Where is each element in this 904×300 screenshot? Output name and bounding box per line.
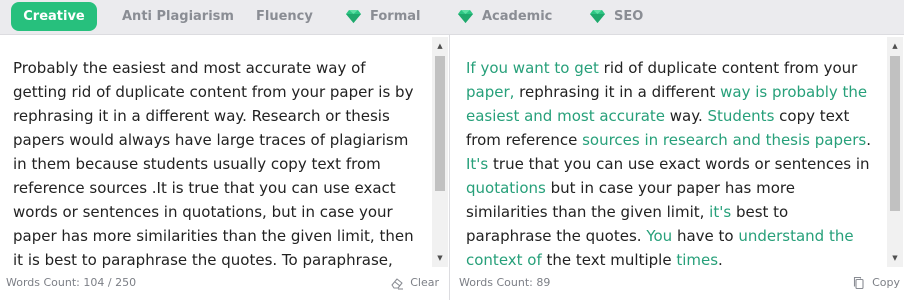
rephrased-segment[interactable]: It's xyxy=(466,155,488,173)
tab-fluency[interactable]: Fluency xyxy=(256,2,313,31)
output-text: If you want to get rid of duplicate cont… xyxy=(466,56,876,269)
rephrased-segment[interactable]: You xyxy=(646,227,672,245)
diamond-icon xyxy=(346,10,361,23)
output-text-area: If you want to get rid of duplicate cont… xyxy=(451,35,887,269)
unchanged-segment: the text multiple xyxy=(541,251,677,269)
mode-tab-bar: Creative Anti Plagiarism Fluency Formal … xyxy=(0,0,904,35)
eraser-icon xyxy=(391,277,404,290)
rephrased-segment[interactable]: paper, xyxy=(466,83,514,101)
output-scrollbar[interactable]: ▲ ▼ xyxy=(887,37,903,267)
rephrased-segment[interactable]: it's xyxy=(709,203,731,221)
rephrased-segment[interactable]: Students xyxy=(708,107,775,125)
unchanged-segment: . xyxy=(866,131,871,149)
tab-creative[interactable]: Creative xyxy=(11,2,97,31)
diamond-icon xyxy=(590,10,605,23)
scroll-down-arrow-icon[interactable]: ▼ xyxy=(887,251,903,265)
tab-anti-plagiarism[interactable]: Anti Plagiarism xyxy=(122,2,234,31)
tab-label: Academic xyxy=(482,9,553,24)
rephrased-segment[interactable]: times xyxy=(676,251,718,269)
scrollbar-thumb[interactable] xyxy=(435,56,445,191)
input-word-count: Words Count: 104 / 250 xyxy=(6,276,137,289)
tab-formal[interactable]: Formal xyxy=(345,2,420,31)
tab-label: Anti Plagiarism xyxy=(122,9,234,24)
tab-label: Creative xyxy=(23,9,85,24)
unchanged-segment: true that you can use exact words or sen… xyxy=(488,155,870,173)
tab-label: SEO xyxy=(614,9,644,24)
scroll-down-arrow-icon[interactable]: ▼ xyxy=(432,251,448,265)
input-text[interactable]: Probably the easiest and most accurate w… xyxy=(13,56,419,269)
output-word-count: Words Count: 89 xyxy=(459,276,551,289)
input-scrollbar[interactable]: ▲ ▼ xyxy=(432,37,448,267)
rephrased-segment[interactable]: sources in research and thesis papers xyxy=(582,131,866,149)
copy-label: Copy xyxy=(872,276,900,289)
unchanged-segment: way. xyxy=(665,107,708,125)
tab-label: Formal xyxy=(370,9,421,24)
scroll-up-arrow-icon[interactable]: ▲ xyxy=(432,39,448,53)
tab-seo[interactable]: SEO xyxy=(589,2,643,31)
diamond-icon xyxy=(458,10,473,23)
output-panel: If you want to get rid of duplicate cont… xyxy=(451,35,904,300)
output-footer: Words Count: 89 Copy xyxy=(451,269,904,300)
tab-academic[interactable]: Academic xyxy=(457,2,552,31)
rephrased-segment[interactable]: quotations xyxy=(466,179,546,197)
tab-label: Fluency xyxy=(256,9,313,24)
input-footer: Words Count: 104 / 250 Clear xyxy=(0,269,449,300)
input-text-area[interactable]: Probably the easiest and most accurate w… xyxy=(0,35,432,269)
unchanged-segment: rephrasing it in a different xyxy=(514,83,721,101)
clear-button[interactable]: Clear xyxy=(390,276,439,290)
unchanged-segment: have to xyxy=(672,227,739,245)
rephrased-segment[interactable]: If you want to get xyxy=(466,59,599,77)
scrollbar-thumb[interactable] xyxy=(890,56,900,211)
scroll-up-arrow-icon[interactable]: ▲ xyxy=(887,39,903,53)
input-panel: Probably the easiest and most accurate w… xyxy=(0,35,450,300)
copy-icon xyxy=(854,276,864,289)
clear-label: Clear xyxy=(410,276,439,289)
unchanged-segment: . xyxy=(718,251,723,269)
unchanged-segment: rid of duplicate content from your xyxy=(598,59,858,77)
copy-button[interactable]: Copy xyxy=(852,276,900,290)
